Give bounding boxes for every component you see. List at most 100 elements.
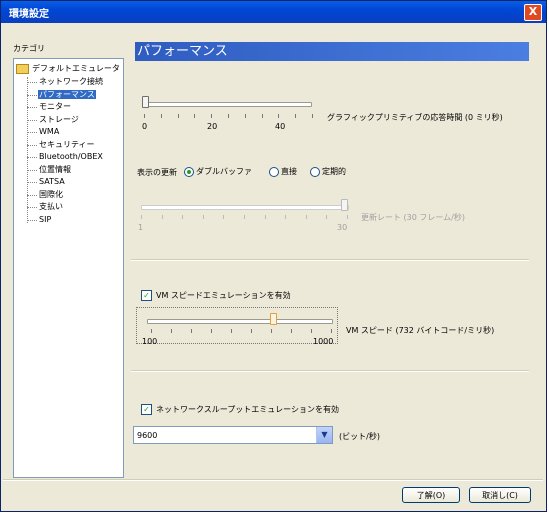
window-title: 環境設定 [9,9,49,20]
tree-guide-line [27,132,37,133]
category-tree: デフォルトエミュレータ ネットワーク接続 パフォーマンス モニターストレージ WMA セ… [13,58,124,478]
refresh-slider-track[interactable] [141,205,349,210]
tree-item[interactable]: 位置情報 [38,164,72,176]
vm-speed-slider-track[interactable] [147,319,333,324]
vm-tick-1000: 1000 [313,337,334,346]
tree-item-label: モニター [39,102,71,111]
tick-mark [271,329,272,333]
tick-mark [194,114,196,118]
vm-speed-label: VM スピード (732 バイトコード/ミリ秒) [346,326,495,335]
vm-speed-slider-thumb[interactable] [270,313,278,325]
tree-item[interactable]: Bluetooth/OBEX [38,151,104,163]
tree-item[interactable]: SIP [38,214,52,226]
tree-item[interactable]: ストレージ [38,114,80,126]
graphics-tick-0: 0 [142,122,148,131]
tree-item-label: SIP [39,214,52,224]
tick-mark [228,114,229,118]
tree-guide-line [27,82,37,83]
ok-button[interactable]: 了解(O) [402,487,460,503]
network-throughput-checkbox-label: ネットワークスループットエミュレーションを有効 [156,405,339,414]
tick-mark [285,215,287,219]
tree-item-label: 支払い [39,202,63,211]
tree-item-label: ストレージ [39,114,79,124]
tree-item-label: Bluetooth/OBEX [39,152,103,161]
tree-guide-line [27,219,37,221]
tick-mark [223,215,225,219]
radio-double-buffer[interactable]: ダブルバッファ [184,166,252,177]
tick-mark [177,114,179,118]
tree-item-label: SATSA [39,177,65,186]
tree-guide-line [27,207,37,208]
tick-mark [144,114,145,118]
category-label: カテゴリ [13,44,45,53]
tree-guide-line [27,182,37,183]
tree-guide-line [27,157,37,158]
tick-mark [244,215,245,219]
graphics-tick-20: 20 [207,122,218,131]
tree-item-label: パフォーマンス [38,89,96,99]
tree-item[interactable]: ネットワーク接続 [38,76,104,88]
separator [131,259,529,261]
network-speed-dropdown[interactable]: 9600 ▼ [133,426,333,444]
tree-guide-line [27,107,37,108]
tree-item-label: セキュリティー [39,139,95,149]
title-bar[interactable]: 環境設定 X [1,1,546,23]
refresh-slider-ticks [141,215,348,219]
tree-guide-line [27,194,37,196]
radio-icon [184,166,194,177]
refresh-rate-label: 更新レート (30 フレーム/秒) [361,213,465,222]
tree-item[interactable]: SATSA [38,176,66,188]
tree-item[interactable]: WMA [38,126,60,138]
tree-item-label: ネットワーク接続 [39,77,103,86]
radio-periodic[interactable]: 定期的 [310,166,346,177]
tree-item-label: 国際化 [39,189,63,199]
tick-mark [202,215,204,219]
tick-mark [264,215,266,219]
tick-mark [278,114,280,118]
tree-item[interactable]: 支払い [38,201,64,213]
vm-tick-100: 100 [142,337,158,346]
radio-direct[interactable]: 直接 [269,166,297,177]
tick-mark [244,114,246,118]
tick-mark [326,215,328,219]
tick-mark [331,329,332,333]
network-speed-value: 9600 [137,431,158,440]
tree-guide-line [27,119,37,121]
tick-mark [141,215,142,219]
tree-guide-line [27,77,28,223]
chevron-down-icon[interactable]: ▼ [316,427,332,443]
tick-mark [261,114,263,118]
vm-speed-checkbox[interactable]: ✓ [141,290,152,301]
tick-mark [312,114,313,118]
tick-mark [291,329,292,333]
tick-mark [191,329,192,333]
graphics-slider-track[interactable] [142,102,312,107]
tree-item[interactable]: パフォーマンス [38,89,96,101]
tree-item[interactable]: セキュリティー [38,139,96,151]
tick-mark [211,114,213,118]
close-button[interactable]: X [524,4,542,21]
tick-mark [347,215,348,219]
graphics-slider-thumb[interactable] [142,96,149,108]
tick-mark [171,329,172,333]
tick-mark [311,329,312,333]
tick-mark [182,215,184,219]
tick-mark [151,329,152,333]
tick-mark [161,215,163,219]
tick-mark [251,329,252,333]
refresh-tick-1: 1 [138,223,144,232]
tree-root[interactable]: デフォルトエミュレータ [16,63,121,75]
refresh-slider-thumb[interactable] [341,199,348,211]
tree-item[interactable]: モニター [38,101,72,113]
tree-item-label: 位置情報 [39,164,71,174]
separator [3,479,543,481]
tree-item[interactable]: 国際化 [38,189,64,201]
tree-guide-line [27,94,37,96]
network-speed-unit: (ビット/秒) [339,432,380,441]
tree-item-label: WMA [39,127,60,136]
cancel-button[interactable]: 取消し(C) [469,487,531,503]
tick-mark [211,329,212,333]
radio-icon [310,166,320,177]
network-throughput-checkbox[interactable]: ✓ [141,404,152,415]
separator [131,370,529,372]
